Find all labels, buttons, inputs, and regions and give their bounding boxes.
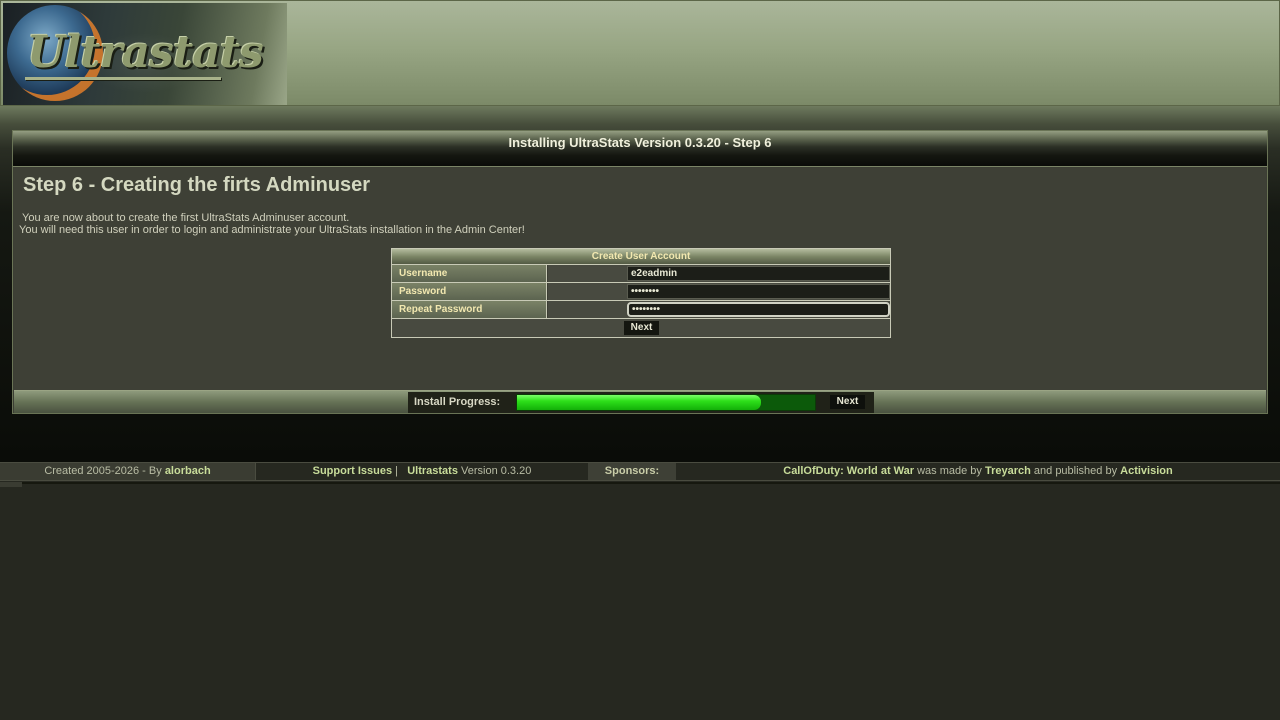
made-by-text: was made by [917, 465, 982, 477]
footer-support: Support Issues | Ultrastats Version 0.3.… [256, 463, 588, 480]
publisher-link[interactable]: Activision [1120, 465, 1173, 477]
progress-fill [517, 395, 762, 410]
footer-credits: Created 2005-2026 - By alorbach [0, 463, 256, 480]
published-text: and published by [1033, 465, 1118, 477]
panel-title: Installing UltraStats Version 0.3.20 - S… [13, 131, 1267, 167]
sponsors-label: Sponsors: [588, 463, 676, 480]
username-input[interactable] [627, 266, 890, 281]
create-user-form: Create User Account Username Password Re… [391, 248, 891, 338]
game-link[interactable]: CallOfDuty: World at War [783, 465, 914, 477]
form-row-repeat-password: Repeat Password [392, 301, 890, 319]
next-step-button[interactable]: Next [830, 395, 865, 409]
page-footer: Created 2005-2026 - By alorbach Support … [0, 462, 1280, 481]
logo-underline [25, 77, 221, 80]
version-text: Version 0.3.20 [461, 465, 532, 477]
footer-corner [0, 482, 22, 487]
footer-separator: | [395, 465, 399, 477]
password-cell [548, 283, 890, 300]
ultrastats-link[interactable]: Ultrastats [407, 465, 458, 477]
panel-body: Step 6 - Creating the firts Adminuser Yo… [14, 168, 1266, 390]
ultrastats-logo: Ultrastats [3, 3, 287, 105]
repeat-password-cell [548, 301, 890, 318]
logo-text: Ultrastats [27, 27, 264, 78]
author-link[interactable]: alorbach [165, 465, 211, 477]
page-header: Ultrastats [0, 0, 1280, 106]
step-heading: Step 6 - Creating the firts Adminuser [23, 174, 371, 196]
footer-game-credits: CallOfDuty: World at War was made by Tre… [676, 463, 1280, 480]
form-row-username: Username [392, 265, 890, 283]
form-row-password: Password [392, 283, 890, 301]
progress-track [514, 392, 818, 413]
progress-outer [516, 394, 816, 411]
repeat-password-input[interactable] [627, 302, 890, 317]
repeat-password-label: Repeat Password [392, 301, 547, 318]
support-issues-link[interactable]: Support Issues [313, 465, 392, 477]
install-panel: Installing UltraStats Version 0.3.20 - S… [12, 130, 1268, 414]
progress-next-cell: Next [818, 392, 874, 413]
progress-label: Install Progress: [408, 392, 514, 413]
username-label: Username [392, 265, 547, 282]
form-title: Create User Account [392, 249, 890, 265]
footer-line [22, 482, 1280, 484]
form-next-button[interactable]: Next [624, 321, 659, 335]
created-text: Created 2005-2026 - By [44, 465, 162, 477]
developer-link[interactable]: Treyarch [985, 465, 1031, 477]
password-input[interactable] [627, 284, 890, 299]
install-progress-bar: Install Progress: Next [14, 390, 1266, 413]
intro-text-2: You will need this user in order to logi… [19, 224, 525, 236]
intro-text-1: You are now about to create the first Ul… [22, 212, 350, 224]
password-label: Password [392, 283, 547, 300]
username-cell [548, 265, 890, 282]
form-footer: Next [392, 319, 890, 337]
